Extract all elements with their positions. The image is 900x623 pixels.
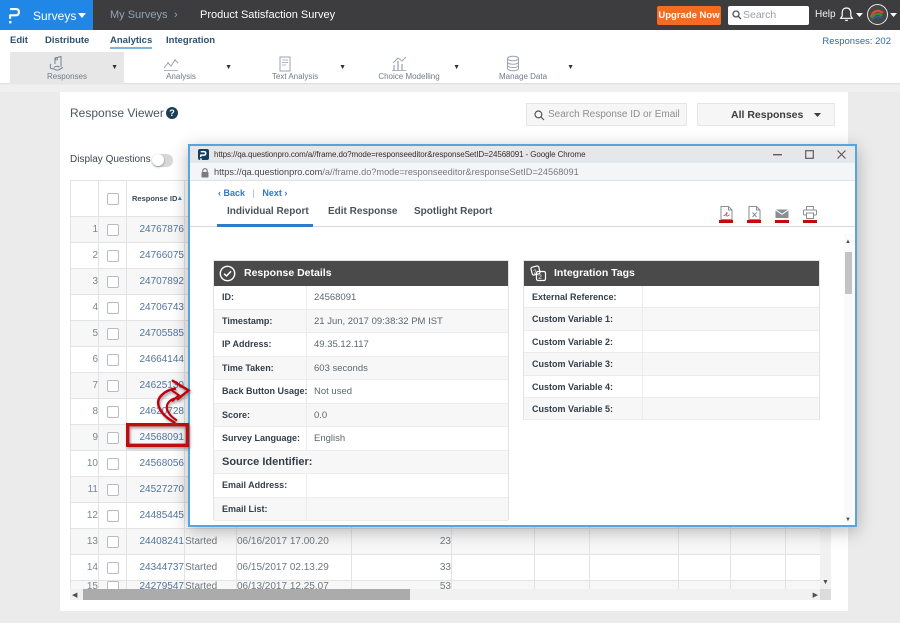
svg-text:2: 2 (538, 274, 542, 281)
